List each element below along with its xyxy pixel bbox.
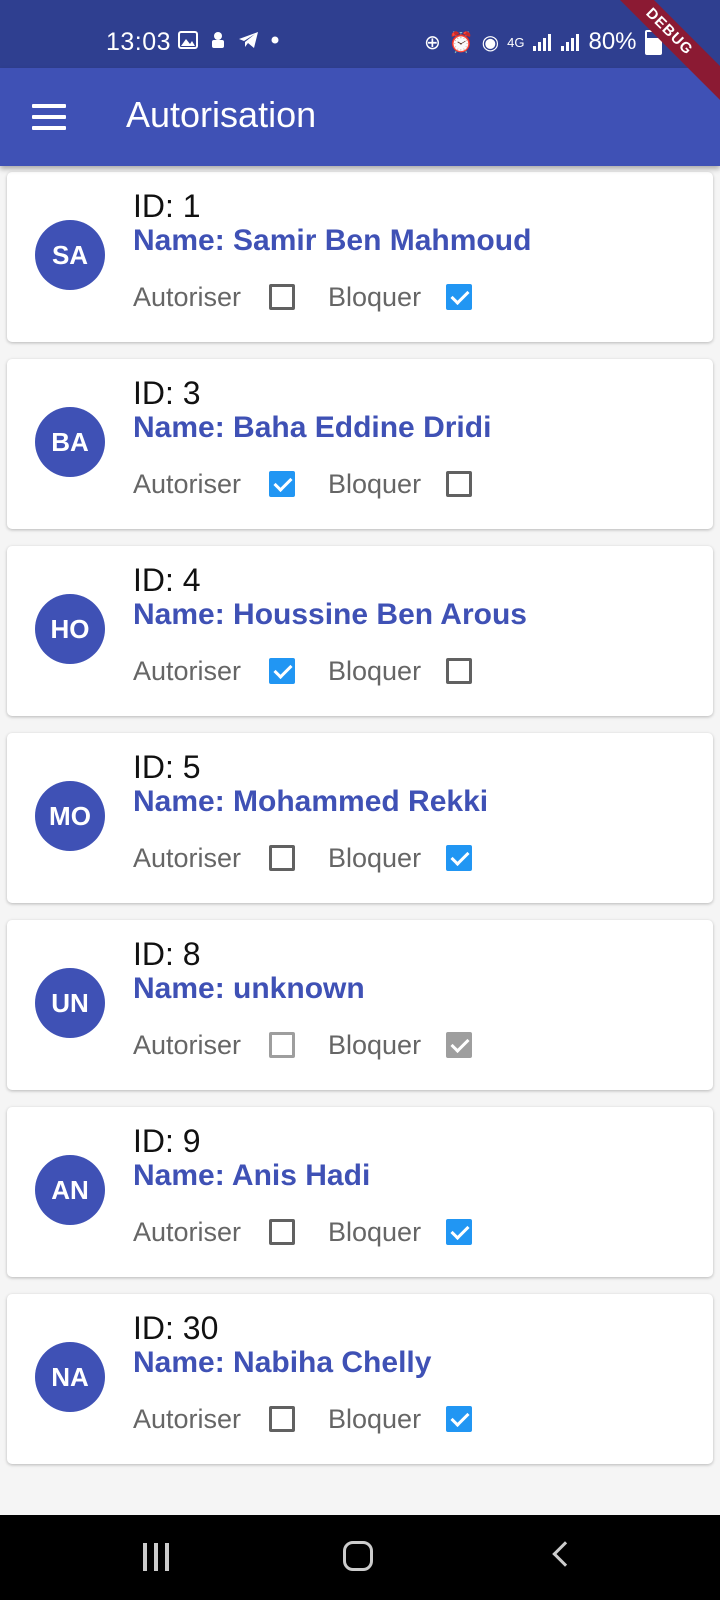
user-name: Name: Samir Ben Mahmoud: [133, 224, 532, 257]
recents-icon[interactable]: [143, 1543, 171, 1571]
telegram-icon: [239, 32, 258, 48]
android-icon: [212, 32, 224, 48]
home-icon[interactable]: [343, 1541, 373, 1571]
block-label: Bloquer: [328, 843, 422, 873]
block-checkbox[interactable]: [446, 1406, 472, 1432]
block-checkbox: [446, 1032, 472, 1058]
back-icon[interactable]: [552, 1541, 578, 1567]
user-id: ID: 8: [133, 936, 201, 972]
page-title: Autorisation: [126, 94, 317, 135]
avatar: HO: [35, 594, 105, 664]
status-time: 13:03: [106, 28, 172, 56]
network-4g-icon: 4G: [507, 34, 525, 50]
user-name: Name: Houssine Ben Arous: [133, 598, 527, 631]
notification-icons: [178, 30, 280, 50]
user-id: ID: 9: [133, 1123, 201, 1159]
user-name: Name: Mohammed Rekki: [133, 785, 489, 818]
authorize-checkbox[interactable]: [269, 1406, 295, 1432]
status-bar: 13:03 ⊕ ⏰ ◉ 4G 80%: [0, 0, 720, 68]
authorize-label: Autoriser: [133, 282, 242, 312]
authorize-checkbox[interactable]: [269, 284, 295, 310]
block-checkbox[interactable]: [446, 845, 472, 871]
authorize-checkbox[interactable]: [269, 845, 295, 871]
authorize-label: Autoriser: [133, 656, 242, 686]
system-nav-bar: [0, 1515, 720, 1600]
image-icon: [178, 31, 198, 49]
block-label: Bloquer: [328, 656, 422, 686]
authorize-label: Autoriser: [133, 1030, 242, 1060]
battery-saver-icon: ⊕: [424, 31, 441, 54]
hotspot-icon: ◉: [481, 31, 500, 54]
block-checkbox[interactable]: [446, 471, 472, 497]
authorize-label: Autoriser: [133, 469, 242, 499]
user-name: Name: unknown: [133, 972, 365, 1005]
user-card: NA ID: 30 Name: Nabiha Chelly Autoriser Bloq…: [7, 1294, 713, 1464]
user-name: Name: Anis Hadi: [133, 1159, 371, 1192]
signal-icon: [561, 34, 580, 51]
block-label: Bloquer: [328, 1404, 422, 1434]
avatar: MO: [35, 781, 105, 851]
avatar: NA: [35, 1342, 105, 1412]
block-label: Bloquer: [328, 1217, 422, 1247]
avatar: AN: [35, 1155, 105, 1225]
avatar: UN: [35, 968, 105, 1038]
menu-icon[interactable]: [32, 104, 66, 130]
authorize-checkbox[interactable]: [269, 1219, 295, 1245]
user-id: ID: 4: [133, 562, 201, 598]
block-checkbox[interactable]: [446, 284, 472, 310]
user-name: Name: Baha Eddine Dridi: [133, 411, 492, 444]
user-name: Name: Nabiha Chelly: [133, 1346, 432, 1379]
user-id: ID: 1: [133, 188, 201, 224]
user-card: BA ID: 3 Name: Baha Eddine Dridi Autoriser B…: [7, 359, 713, 529]
user-id: ID: 30: [133, 1310, 219, 1346]
block-checkbox[interactable]: [446, 1219, 472, 1245]
app-bar: Autorisation: [0, 68, 720, 166]
user-id: ID: 3: [133, 375, 201, 411]
authorize-checkbox: [269, 1032, 295, 1058]
dot-icon: [271, 36, 279, 44]
authorize-checkbox[interactable]: [269, 471, 295, 497]
avatar: BA: [35, 407, 105, 477]
user-id: ID: 5: [133, 749, 201, 785]
alarm-icon: ⏰: [448, 31, 474, 54]
battery-percent: 80%: [588, 28, 637, 55]
user-card: AN ID: 9 Name: Anis Hadi Autoriser Bloquer: [7, 1107, 713, 1277]
authorize-label: Autoriser: [133, 1217, 242, 1247]
user-card: MO ID: 5 Name: Mohammed Rekki Autoriser Bloq…: [7, 733, 713, 903]
authorize-checkbox[interactable]: [269, 658, 295, 684]
avatar: SA: [35, 220, 105, 290]
block-label: Bloquer: [328, 469, 422, 499]
block-label: Bloquer: [328, 282, 422, 312]
user-card: SA ID: 1 Name: Samir Ben Mahmoud Autoriser B…: [7, 172, 713, 342]
authorize-label: Autoriser: [133, 843, 242, 873]
user-card: UN ID: 8 Name: unknown Autoriser Bloquer: [7, 920, 713, 1090]
user-card: HO ID: 4 Name: Houssine Ben Arous Autoriser…: [7, 546, 713, 716]
block-label: Bloquer: [328, 1030, 422, 1060]
system-status-icons: ⊕ ⏰ ◉ 4G 80%: [424, 28, 662, 56]
authorize-label: Autoriser: [133, 1404, 242, 1434]
block-checkbox[interactable]: [446, 658, 472, 684]
signal-icon: [533, 34, 552, 51]
